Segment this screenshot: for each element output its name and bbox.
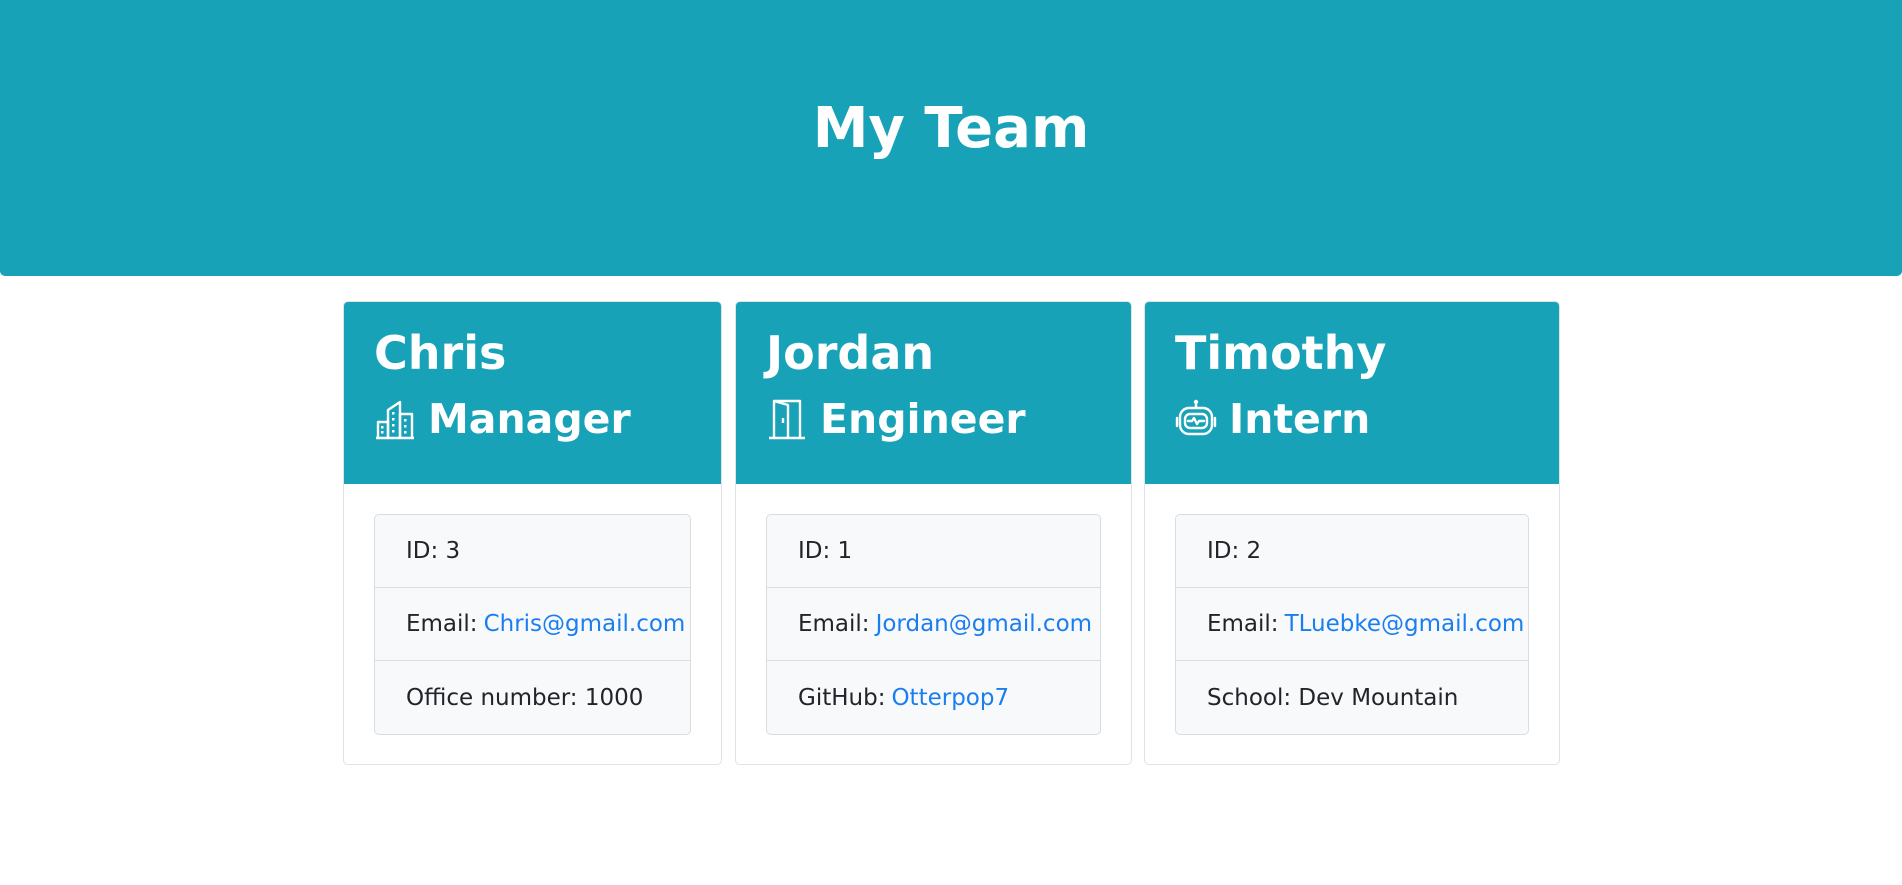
email-link[interactable]: Chris@gmail.com [484,611,686,637]
door-icon [766,398,808,440]
employee-card-manager: Chris Manager ID: 3 Email: Chris@gmail.c… [343,301,722,765]
employee-role: Manager [374,390,691,448]
id-item: ID: 1 [767,515,1100,588]
school-item: School: Dev Mountain [1176,661,1528,734]
id-text: ID: 3 [406,538,461,564]
employee-card-intern: Timothy Intern ID: 2 Email: TLuebke@gmai… [1144,301,1560,765]
employee-role: Engineer [766,390,1101,448]
page-header: My Team [0,0,1902,276]
school-text: School: Dev Mountain [1207,684,1459,711]
building-icon [374,398,416,440]
role-label: Engineer [820,395,1026,443]
email-label: Email: [798,611,870,637]
email-link[interactable]: TLuebke@gmail.com [1285,611,1525,637]
email-link[interactable]: Jordan@gmail.com [876,611,1093,637]
employee-card-engineer: Jordan Engineer ID: 1 Email: Jordan@gmai… [735,301,1132,765]
github-link[interactable]: Otterpop7 [891,685,1009,711]
email-item: Email: TLuebke@gmail.com [1176,588,1528,661]
employee-role: Intern [1175,390,1529,448]
email-item: Email: Jordan@gmail.com [767,588,1100,661]
employee-details-list: ID: 3 Email: Chris@gmail.com Office numb… [374,514,691,735]
page-title: My Team [812,95,1090,161]
role-label: Intern [1229,395,1371,443]
robot-icon [1175,398,1217,440]
employee-name: Jordan [766,326,935,380]
office-number-item: Office number: 1000 [375,661,690,734]
email-label: Email: [1207,611,1279,637]
github-item: GitHub: Otterpop7 [767,661,1100,734]
employee-name: Timothy [1175,326,1387,380]
id-text: ID: 2 [1207,538,1262,564]
card-header: Timothy Intern [1145,302,1559,484]
id-item: ID: 2 [1176,515,1528,588]
email-item: Email: Chris@gmail.com [375,588,690,661]
github-label: GitHub: [798,684,886,711]
office-number-text: Office number: 1000 [406,684,644,711]
card-header: Jordan Engineer [736,302,1131,484]
employee-details-list: ID: 2 Email: TLuebke@gmail.com School: D… [1175,514,1529,735]
id-item: ID: 3 [375,515,690,588]
employee-details-list: ID: 1 Email: Jordan@gmail.com GitHub: Ot… [766,514,1101,735]
email-label: Email: [406,611,478,637]
id-text: ID: 1 [798,538,853,564]
employee-name: Chris [374,326,507,380]
card-header: Chris Manager [344,302,721,484]
role-label: Manager [428,395,631,443]
